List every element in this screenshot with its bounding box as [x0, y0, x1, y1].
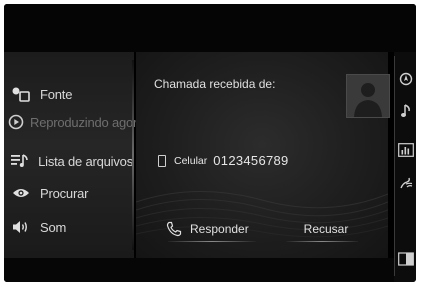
- mobile-phone-icon: [158, 154, 166, 167]
- menu-item-now-playing[interactable]: Reproduzindo agora: [8, 110, 144, 134]
- menu-item-search[interactable]: Procurar: [8, 181, 133, 205]
- decline-underline: [286, 241, 358, 242]
- bottom-bar: [4, 258, 394, 282]
- caller-info: Celular 0123456789: [158, 153, 289, 168]
- menu-label-sound: Som: [40, 219, 67, 235]
- incoming-call-title: Chamada recebida de:: [154, 77, 276, 91]
- audio-menu-panel: Fonte Reproduzindo agora Lista de arquiv…: [4, 52, 144, 258]
- source-icon: [8, 83, 34, 105]
- menu-item-file-list[interactable]: Lista de arquivos: [8, 149, 133, 173]
- playlist-icon: [8, 150, 32, 172]
- equalizer-icon[interactable]: [397, 141, 415, 159]
- menu-item-source[interactable]: Fonte: [8, 82, 133, 106]
- top-bar: [4, 4, 416, 52]
- navigation-icon[interactable]: [397, 70, 415, 88]
- music-note-icon[interactable]: [397, 102, 415, 120]
- eye-icon: [8, 182, 34, 204]
- decline-label: Recusar: [303, 222, 349, 236]
- play-circle-icon: [8, 111, 24, 133]
- caller-avatar: [346, 74, 390, 118]
- decline-button[interactable]: Recusar: [286, 218, 366, 240]
- caller-number: 0123456789: [213, 153, 289, 168]
- speaker-icon: [8, 216, 34, 238]
- menu-label-search: Procurar: [40, 185, 89, 201]
- menu-label-file-list: Lista de arquivos: [38, 153, 133, 169]
- answer-button[interactable]: Responder: [166, 218, 266, 240]
- menu-label-now-playing: Reproduzindo agora: [30, 114, 145, 130]
- menu-label-source: Fonte: [40, 86, 73, 102]
- background-waves: [136, 191, 388, 238]
- answer-underline: [168, 241, 256, 242]
- screen-toggle-icon[interactable]: [397, 250, 415, 268]
- person-icon: [354, 83, 382, 117]
- incoming-call-panel: Chamada recebida de: Celular 0123456789 …: [136, 52, 390, 258]
- phone-handset-icon: [166, 221, 182, 237]
- climate-icon[interactable]: [397, 174, 415, 192]
- right-shortcut-bar: [394, 52, 416, 282]
- caller-type: Celular: [174, 154, 208, 167]
- head-unit-screen: Fonte Reproduzindo agora Lista de arquiv…: [4, 4, 416, 282]
- answer-label: Responder: [190, 222, 249, 236]
- menu-item-sound[interactable]: Som: [8, 215, 133, 239]
